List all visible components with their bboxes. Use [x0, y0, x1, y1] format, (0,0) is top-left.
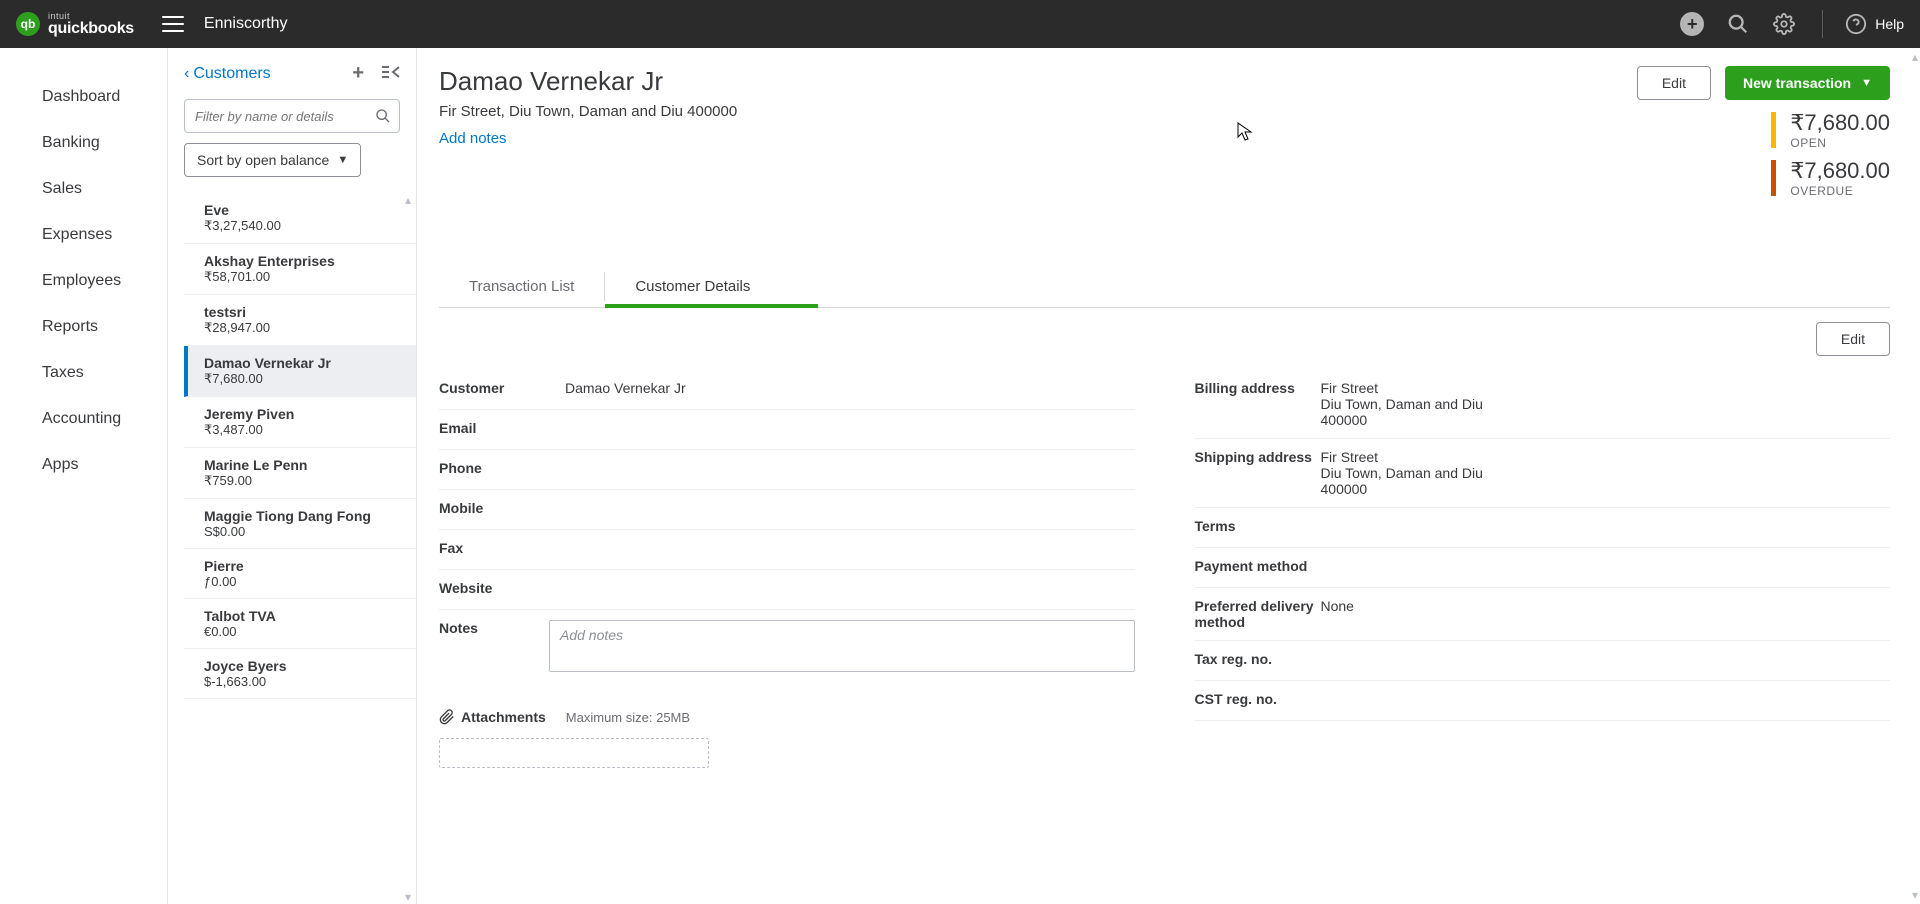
- list-item[interactable]: Marine Le Penn₹759.00: [184, 448, 416, 499]
- back-to-customers-link[interactable]: ‹ Customers: [184, 65, 271, 83]
- label-billing: Billing address: [1195, 380, 1321, 396]
- label-fax: Fax: [439, 540, 565, 556]
- notes-input[interactable]: Add notes: [549, 620, 1135, 672]
- nav-dashboard[interactable]: Dashboard: [0, 74, 167, 120]
- left-nav: Dashboard Banking Sales Expenses Employe…: [0, 48, 167, 904]
- paperclip-icon: [439, 708, 455, 726]
- list-item[interactable]: Akshay Enterprises₹58,701.00: [184, 244, 416, 295]
- search-icon[interactable]: [1726, 12, 1750, 36]
- label-payment-method: Payment method: [1195, 558, 1321, 574]
- main-panel: ▴ Damao Vernekar Jr Fir Street, Diu Town…: [417, 48, 1920, 904]
- details-right-column: Billing address Fir Street Diu Town, Dam…: [1195, 370, 1891, 768]
- list-item[interactable]: Talbot TVA€0.00: [184, 599, 416, 649]
- nav-taxes[interactable]: Taxes: [0, 350, 167, 396]
- scroll-down-icon[interactable]: ▾: [400, 890, 416, 904]
- scroll-up-icon[interactable]: ▴: [1912, 50, 1918, 64]
- company-name[interactable]: Enniscorthy: [204, 15, 288, 33]
- customer-address: Fir Street, Diu Town, Daman and Diu 4000…: [439, 103, 737, 120]
- top-bar: qb intuit quickbooks Enniscorthy + Help: [0, 0, 1920, 48]
- list-item[interactable]: Joyce Byers$-1,663.00: [184, 649, 416, 699]
- caret-down-icon: ▼: [1861, 77, 1872, 89]
- edit-button[interactable]: Edit: [1637, 66, 1711, 100]
- customer-list-panel: ‹ Customers + Sort by open balance ▼: [167, 48, 417, 904]
- value-pref-delivery: None: [1321, 598, 1891, 614]
- gear-icon[interactable]: [1772, 12, 1796, 36]
- tab-transaction-list[interactable]: Transaction List: [439, 272, 605, 301]
- label-phone: Phone: [439, 460, 565, 476]
- nav-reports[interactable]: Reports: [0, 304, 167, 350]
- label-tax-reg: Tax reg. no.: [1195, 651, 1321, 667]
- chevron-left-icon: ‹: [184, 65, 189, 83]
- open-bar-icon: [1771, 112, 1776, 148]
- label-email: Email: [439, 420, 565, 436]
- filter-input[interactable]: [185, 109, 399, 124]
- nav-employees[interactable]: Employees: [0, 258, 167, 304]
- list-item[interactable]: Eve₹3,27,540.00: [184, 193, 416, 244]
- label-notes: Notes: [439, 620, 565, 636]
- new-transaction-button[interactable]: New transaction ▼: [1725, 66, 1890, 100]
- hamburger-menu-icon[interactable]: [162, 16, 184, 32]
- attachments-label[interactable]: Attachments: [439, 708, 546, 726]
- label-customer: Customer: [439, 380, 565, 396]
- label-pref-delivery: Preferred delivery method: [1195, 598, 1321, 630]
- qb-logo-icon: qb: [16, 12, 40, 36]
- label-mobile: Mobile: [439, 500, 565, 516]
- nav-banking[interactable]: Banking: [0, 120, 167, 166]
- value-customer: Damao Vernekar Jr: [565, 380, 1135, 396]
- help-button[interactable]: Help: [1845, 13, 1904, 35]
- collapse-panel-icon[interactable]: [382, 62, 400, 85]
- overdue-bar-icon: [1771, 160, 1776, 196]
- list-item[interactable]: testsri₹28,947.00: [184, 295, 416, 346]
- tab-customer-details[interactable]: Customer Details: [605, 266, 818, 307]
- scroll-up-icon[interactable]: ▴: [400, 193, 416, 207]
- edit-details-button[interactable]: Edit: [1816, 322, 1890, 356]
- add-notes-link[interactable]: Add notes: [439, 130, 507, 147]
- search-icon[interactable]: [375, 108, 391, 127]
- attachments-dropzone[interactable]: [439, 738, 709, 768]
- attachments-max: Maximum size: 25MB: [566, 710, 690, 725]
- tabs: Transaction List Customer Details: [439, 266, 1890, 308]
- label-website: Website: [439, 580, 565, 596]
- overdue-balance: ₹7,680.00 OVERDUE: [1637, 158, 1890, 198]
- nav-accounting[interactable]: Accounting: [0, 396, 167, 442]
- add-customer-icon[interactable]: +: [352, 62, 364, 85]
- scroll-down-icon[interactable]: ▾: [1912, 888, 1918, 902]
- list-item[interactable]: Maggie Tiong Dang FongS$0.00: [184, 499, 416, 549]
- logo[interactable]: qb intuit quickbooks: [16, 12, 134, 37]
- label-shipping: Shipping address: [1195, 449, 1321, 465]
- list-item[interactable]: Pierreƒ0.00: [184, 549, 416, 599]
- value-billing: Fir Street Diu Town, Daman and Diu 40000…: [1321, 380, 1891, 428]
- nav-expenses[interactable]: Expenses: [0, 212, 167, 258]
- details-left-column: CustomerDamao Vernekar Jr Email Phone Mo…: [439, 370, 1135, 768]
- label-terms: Terms: [1195, 518, 1321, 534]
- divider: [1822, 10, 1823, 38]
- quick-create-icon[interactable]: +: [1680, 12, 1704, 36]
- caret-down-icon: ▼: [337, 154, 348, 166]
- page-title: Damao Vernekar Jr: [439, 66, 737, 97]
- logo-quickbooks-text: quickbooks: [48, 21, 134, 37]
- value-shipping: Fir Street Diu Town, Daman and Diu 40000…: [1321, 449, 1891, 497]
- label-cst-reg: CST reg. no.: [1195, 691, 1321, 707]
- help-label: Help: [1875, 16, 1904, 32]
- open-balance: ₹7,680.00 OPEN: [1637, 110, 1890, 150]
- filter-input-wrap[interactable]: [184, 99, 400, 133]
- nav-sales[interactable]: Sales: [0, 166, 167, 212]
- list-item[interactable]: Jeremy Piven₹3,487.00: [184, 397, 416, 448]
- sort-button[interactable]: Sort by open balance ▼: [184, 143, 361, 177]
- customer-list[interactable]: ▴ Eve₹3,27,540.00 Akshay Enterprises₹58,…: [168, 193, 416, 904]
- list-item[interactable]: Damao Vernekar Jr₹7,680.00: [184, 346, 416, 397]
- nav-apps[interactable]: Apps: [0, 442, 167, 488]
